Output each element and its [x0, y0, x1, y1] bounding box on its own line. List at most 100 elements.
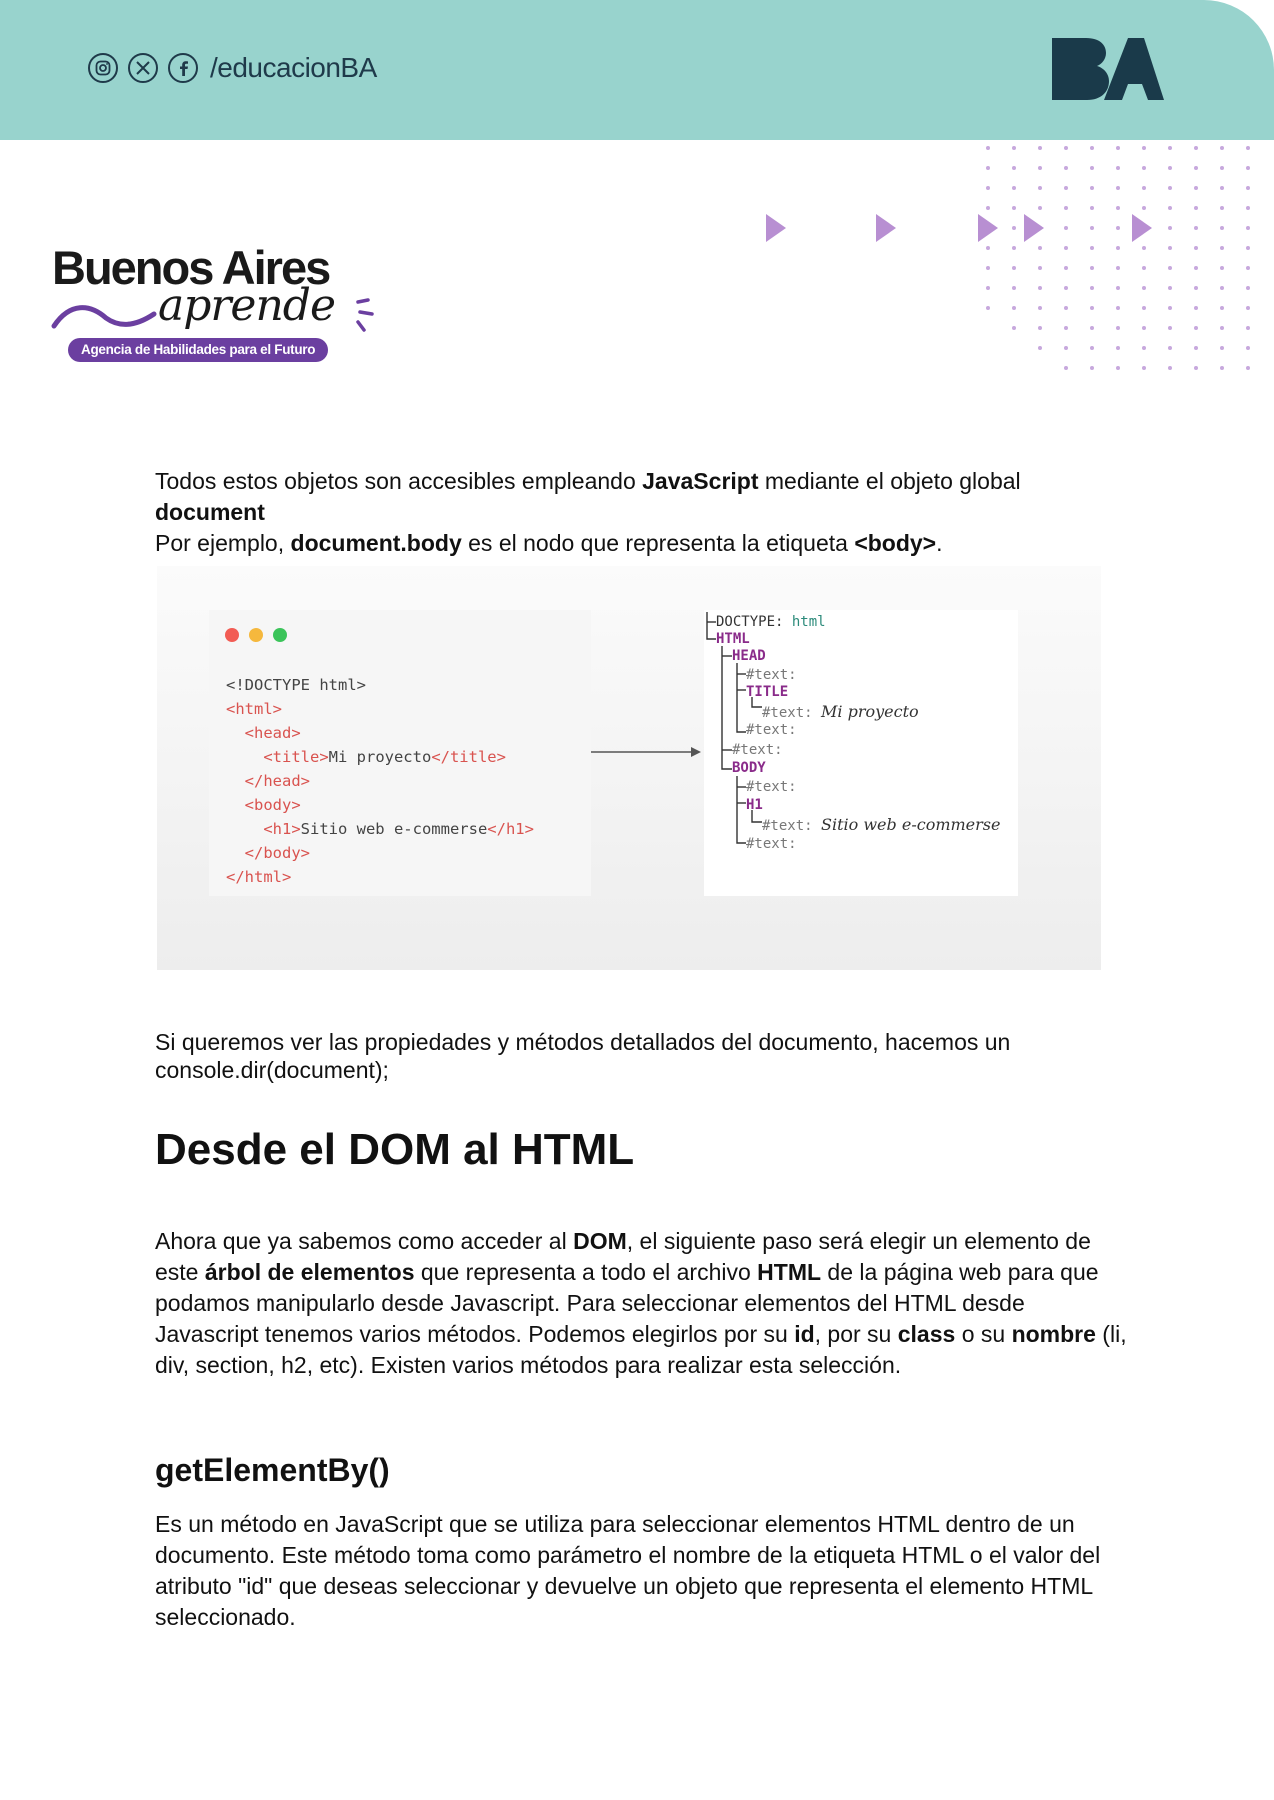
decorative-dot [1012, 186, 1016, 190]
decorative-dot [1168, 266, 1172, 270]
decorative-dot [1220, 226, 1224, 230]
decorative-dot [1012, 266, 1016, 270]
tree-doctype: DOCTYPE: html [716, 614, 826, 630]
arrow-right-icon [591, 747, 701, 757]
decorative-dot [1246, 286, 1250, 290]
code-token: <h1> [263, 820, 301, 838]
decorative-dot [1220, 146, 1224, 150]
decorative-dot [1038, 186, 1042, 190]
bold-run: DOM [573, 1228, 627, 1254]
decorative-dot [1116, 326, 1120, 330]
decorative-dot [1064, 186, 1068, 190]
section-paragraph-dom: Ahora que ya sabemos como acceder al DOM… [155, 1226, 1130, 1381]
tree-text-node: #text: [732, 742, 783, 758]
code-line: </head> [226, 769, 534, 793]
tree-text-node: #text: [746, 722, 797, 738]
decorative-dot-grid [986, 146, 1250, 370]
decorative-dot [1064, 346, 1068, 350]
text-run: console.dir(document); [155, 1057, 389, 1083]
decorative-dot [1220, 346, 1224, 350]
decorative-dot [1116, 146, 1120, 150]
facebook-icon[interactable] [168, 53, 198, 83]
decorative-dot [1246, 146, 1250, 150]
instagram-icon[interactable] [88, 53, 118, 83]
brand-script: aprende [158, 280, 336, 331]
decorative-dot [1064, 286, 1068, 290]
decorative-dot [1168, 246, 1172, 250]
decorative-dot [1194, 186, 1198, 190]
code-token: Sitio web e-commerse [300, 820, 488, 838]
decorative-dot [1012, 306, 1016, 310]
tree-h1: H1 [746, 797, 763, 813]
decorative-dot [1220, 266, 1224, 270]
decorative-dot [986, 286, 990, 290]
decorative-dot [986, 186, 990, 190]
decorative-dot [1142, 306, 1146, 310]
decorative-dot [1090, 286, 1094, 290]
decorative-dot [1038, 306, 1042, 310]
tree-value: Sitio web e-commerse [821, 815, 1001, 834]
decorative-dot [1194, 146, 1198, 150]
decorative-dot [986, 166, 990, 170]
decorative-dot [1220, 306, 1224, 310]
decorative-dot [1142, 186, 1146, 190]
ba-logo [1052, 38, 1164, 105]
decorative-dot [1064, 366, 1068, 370]
text-run: es el nodo que representa la etiqueta [461, 530, 855, 556]
decorative-dot [1194, 246, 1198, 250]
decorative-dot [1246, 326, 1250, 330]
tree-label: #text: [762, 818, 813, 834]
brand-sparkle [356, 298, 374, 332]
decorative-dot [1246, 366, 1250, 370]
decorative-dot [1168, 166, 1172, 170]
decorative-dot [1220, 206, 1224, 210]
intro-section: Todos estos objetos son accesibles emple… [155, 466, 1125, 559]
decorative-dot [1116, 186, 1120, 190]
buenos-aires-aprende-logo: Buenos Aires aprende Agencia de Habilida… [50, 240, 390, 370]
decorative-dot [1116, 166, 1120, 170]
decorative-dot [986, 306, 990, 310]
decorative-dot [1168, 146, 1172, 150]
text-run: Por ejemplo, [155, 530, 291, 556]
decorative-dot [1090, 166, 1094, 170]
code-token: </title> [431, 748, 506, 766]
decorative-dot [1038, 166, 1042, 170]
decorative-dot [1220, 186, 1224, 190]
bold-run: JavaScript [642, 468, 759, 494]
bold-run: document [155, 499, 265, 525]
tree-body: BODY [732, 760, 766, 776]
decorative-dot [986, 266, 990, 270]
x-icon[interactable] [128, 53, 158, 83]
decorative-dot [1090, 146, 1094, 150]
code-token: <title> [263, 748, 329, 766]
bold-run: id [794, 1321, 815, 1347]
decorative-dot [1168, 186, 1172, 190]
decorative-dot [1168, 326, 1172, 330]
decorative-dot [1116, 306, 1120, 310]
decorative-dot [1064, 166, 1068, 170]
decorative-dot [1142, 326, 1146, 330]
decorative-dot [1038, 326, 1042, 330]
decorative-dot [1116, 346, 1120, 350]
text-run: , por su [814, 1321, 898, 1347]
decorative-dot [1064, 306, 1068, 310]
code-token: </html> [226, 868, 292, 886]
decorative-dot [1246, 306, 1250, 310]
social-handle[interactable]: /educacionBA [210, 52, 377, 84]
decorative-dot [1090, 306, 1094, 310]
decorative-dot [1012, 166, 1016, 170]
decorative-dot [1246, 206, 1250, 210]
html-code-block: <!DOCTYPE html> <html> <head> <title>Mi p… [226, 673, 534, 889]
dom-tree-card: DOCTYPE: html HTML HEAD #text: TITLE #te… [704, 610, 1018, 896]
code-token: </h1> [487, 820, 534, 838]
decorative-dot [1168, 366, 1172, 370]
text-run: mediante el objeto global [758, 468, 1021, 494]
decorative-arrows [766, 214, 1152, 242]
text-run: que representa a todo el archivo [414, 1259, 758, 1285]
tree-text-node: #text: Mi proyecto [762, 702, 919, 721]
decorative-dot [1064, 146, 1068, 150]
tree-text-node: #text: [746, 667, 797, 683]
text-run: Todos estos objetos son accesibles emple… [155, 468, 643, 494]
decorative-dot [1246, 266, 1250, 270]
